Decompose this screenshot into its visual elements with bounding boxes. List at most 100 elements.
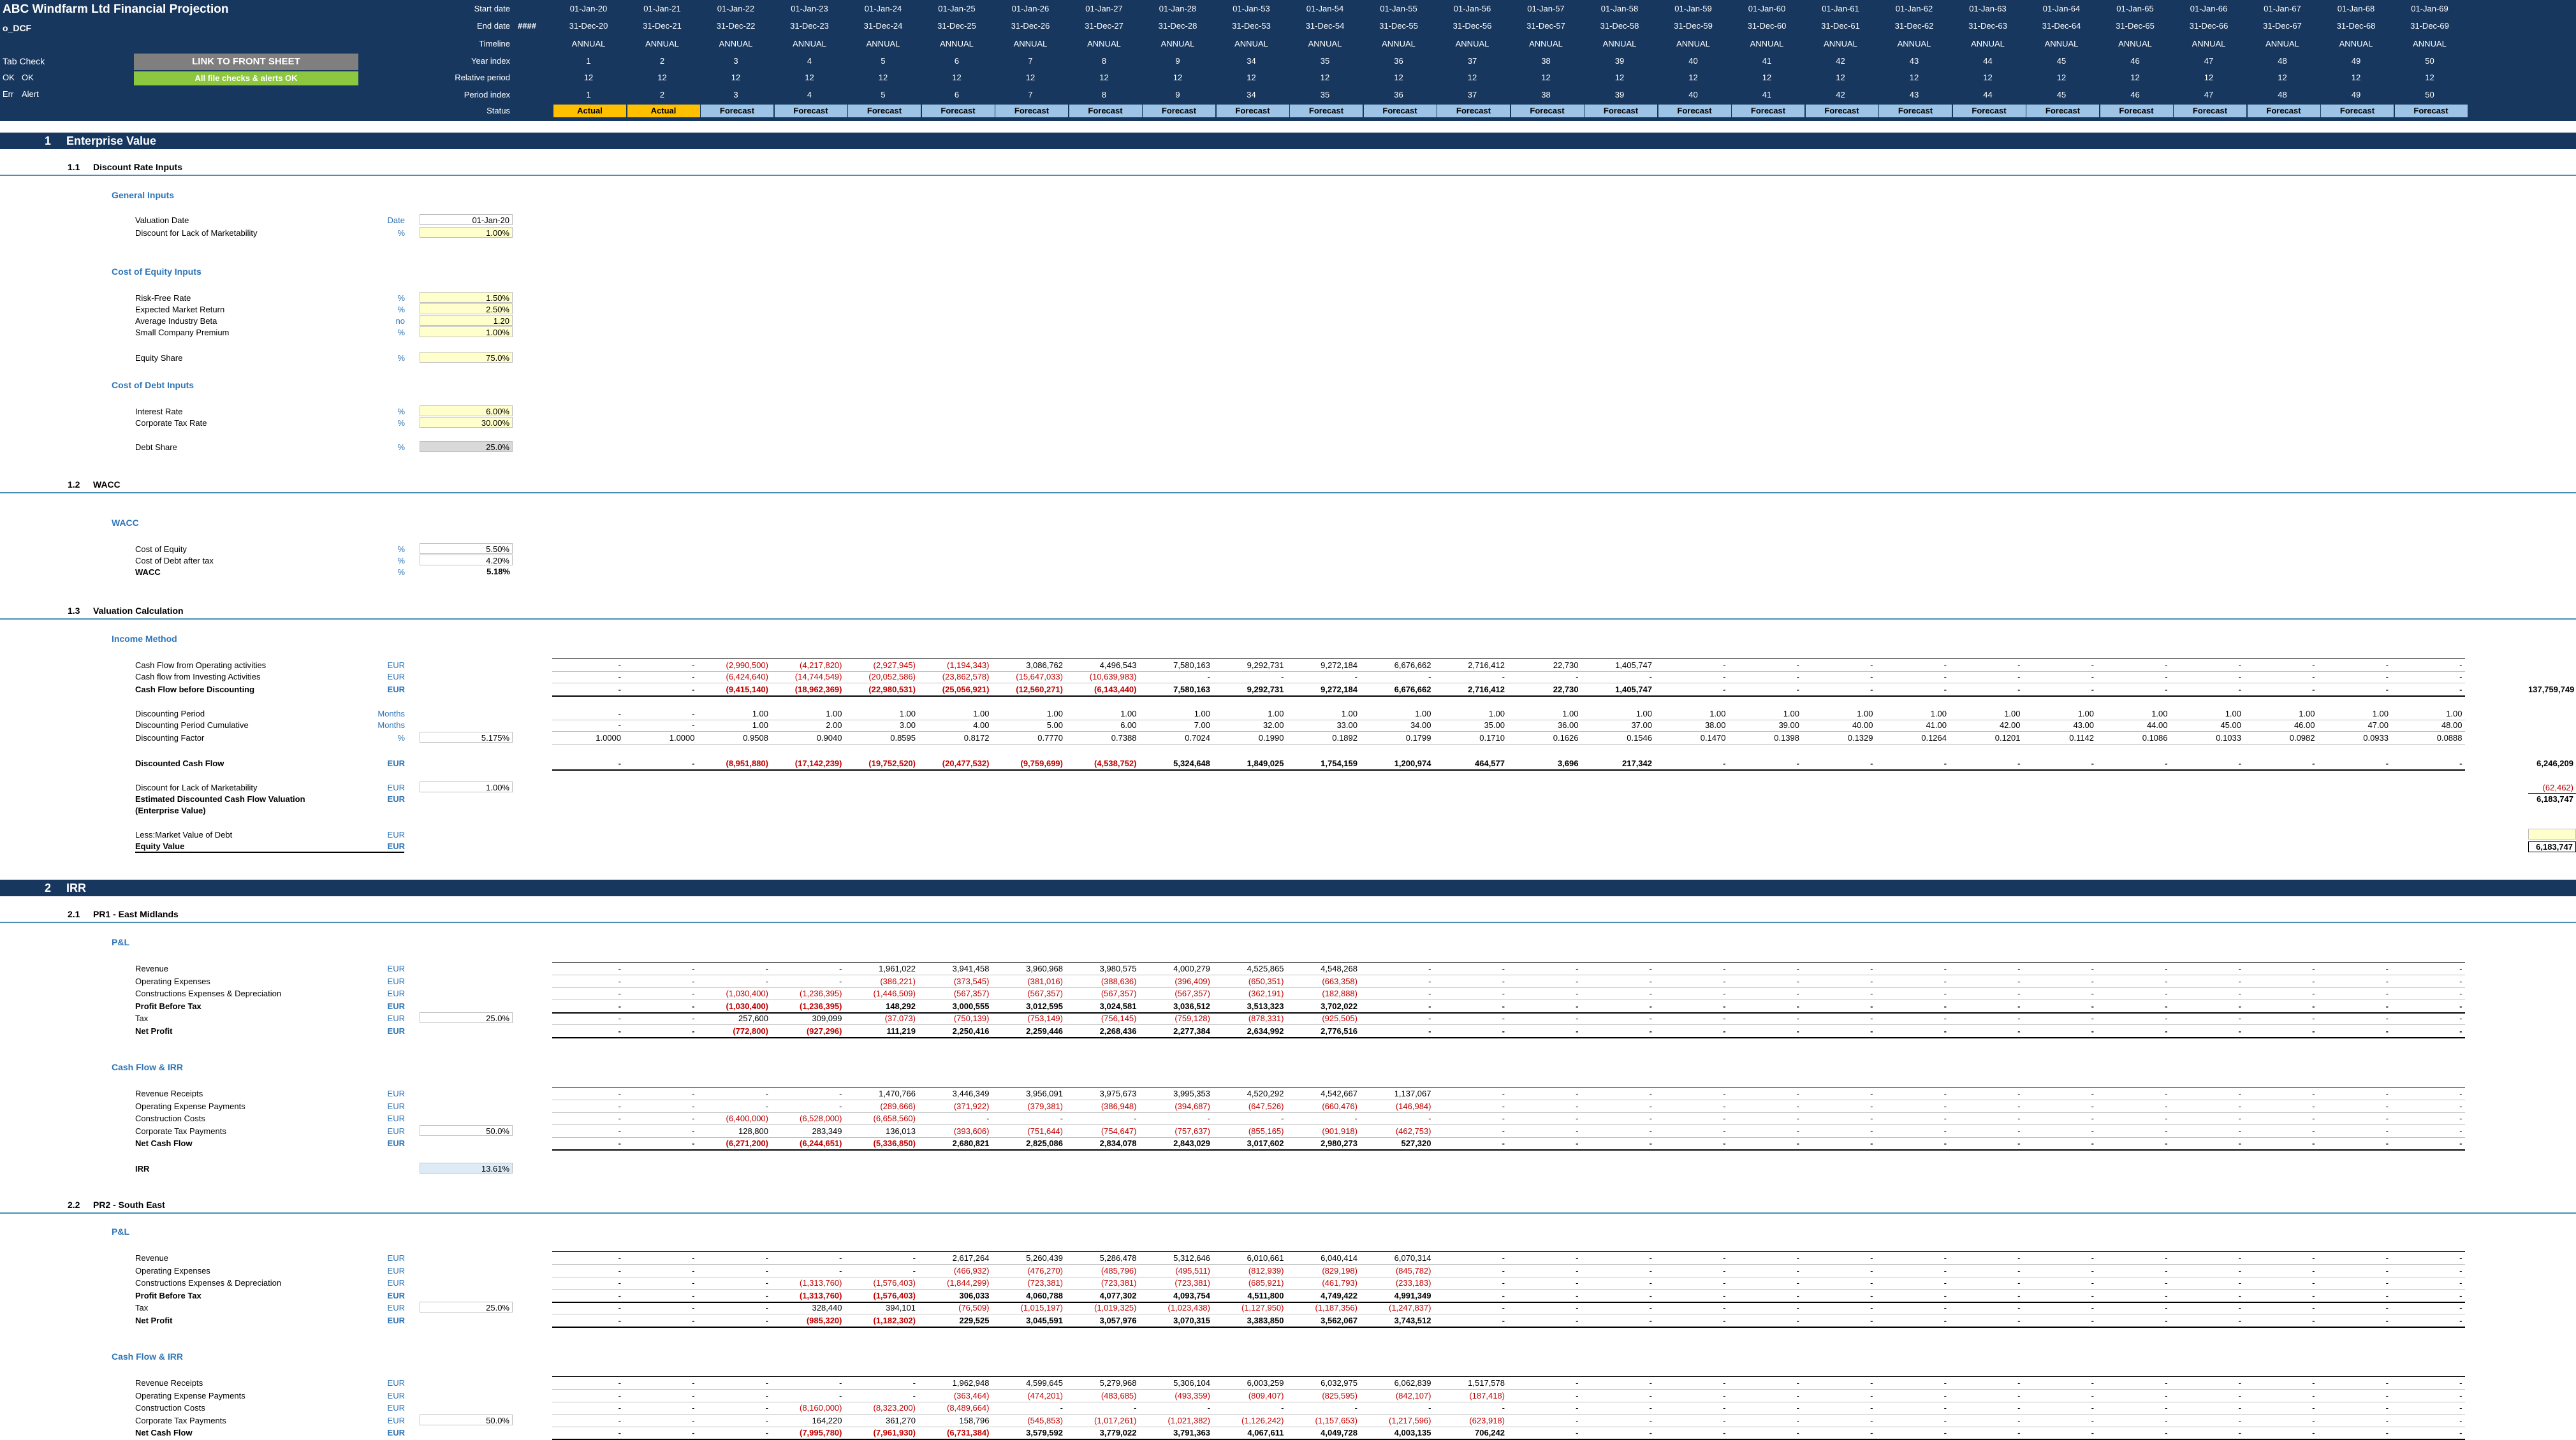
market-return-input[interactable]: 2.50% (420, 303, 513, 314)
table-cell: - (2459, 1315, 2463, 1325)
table-cell: (927,296) (806, 1026, 842, 1036)
row-label: Discounting Period (135, 709, 205, 718)
row-label: Operating Expenses (135, 1265, 210, 1276)
table-cell: - (839, 1253, 842, 1263)
table-cell: - (1576, 1026, 1579, 1036)
link-to-front-sheet-button[interactable]: LINK TO FRONT SHEET (134, 54, 358, 70)
table-cell: 1.00 (899, 709, 916, 718)
interest-rate-input[interactable]: 6.00% (420, 405, 513, 416)
row-divider (552, 769, 2465, 771)
equity-share-input[interactable]: 75.0% (420, 352, 513, 363)
table-cell: - (2312, 989, 2315, 998)
table-cell: - (2017, 1114, 2021, 1123)
table-cell: - (2312, 1428, 2315, 1437)
table-cell: (17,142,239) (794, 759, 842, 768)
table-cell: 1.00 (1709, 709, 1726, 718)
table-cell: (754,647) (1101, 1126, 1137, 1136)
table-cell: 2,776,516 (1321, 1026, 1358, 1036)
subsection-title: Discount Rate Inputs (93, 162, 183, 172)
table-cell: - (765, 1265, 768, 1276)
table-cell: - (1870, 1138, 1873, 1148)
table-cell: - (692, 1014, 695, 1023)
table-cell: 0.7770 (1037, 733, 1063, 743)
table-cell: 706,242 (1475, 1428, 1505, 1437)
table-cell: 4,060,788 (1026, 1290, 1063, 1300)
table-cell: - (1796, 660, 1799, 670)
table-cell: 3,383,850 (1247, 1315, 1284, 1325)
table-cell: - (618, 672, 621, 681)
table-cell: (4,217,820) (800, 660, 842, 670)
dlom-input[interactable]: 1.00% (420, 227, 513, 238)
table-cell: - (1796, 1290, 1799, 1300)
header-cell: 44 (1983, 90, 1993, 99)
status-cell: Actual (627, 105, 700, 117)
table-cell: (22,980,531) (868, 685, 916, 694)
header-cell: 12 (1025, 73, 1036, 82)
header-cell: 01-Jan-58 (1600, 4, 1639, 13)
table-cell: (396,409) (1175, 976, 1210, 986)
header-cell: 36 (1394, 56, 1403, 66)
small-company-premium-input[interactable]: 1.00% (420, 326, 513, 337)
beta-input[interactable]: 1.20 (420, 315, 513, 326)
header-cell: ANNUAL (1750, 39, 1784, 48)
table-cell: - (1576, 964, 1579, 973)
table-cell: 3,980,575 (1099, 964, 1137, 973)
table-cell: - (2312, 672, 2315, 681)
risk-free-input[interactable]: 1.50% (420, 292, 513, 303)
header-cell: ANNUAL (940, 39, 974, 48)
table-cell: (1,576,403) (873, 1290, 916, 1300)
market-value-debt-input[interactable] (2528, 829, 2576, 840)
table-cell: - (1723, 1428, 1726, 1437)
table-cell: (812,939) (1248, 1265, 1284, 1276)
table-cell: 33.00 (1336, 720, 1358, 730)
table-cell: (772,800) (733, 1026, 768, 1036)
header-cell: 01-Jan-57 (1527, 4, 1565, 13)
table-cell: - (839, 1390, 842, 1400)
table-cell: - (1723, 672, 1726, 681)
table-cell: - (1723, 1014, 1726, 1023)
table-cell: - (765, 1315, 768, 1325)
header-cell: 12 (2425, 73, 2434, 82)
table-cell: - (618, 1303, 621, 1313)
row-label: Tax (135, 1303, 149, 1313)
table-cell: - (1502, 1403, 1505, 1413)
valuation-date-input[interactable]: 01-Jan-20 (420, 214, 513, 225)
header-cell: 40 (1688, 56, 1698, 66)
table-cell: - (2385, 672, 2389, 681)
table-cell: - (1796, 1114, 1799, 1123)
table-cell: - (1502, 1014, 1505, 1023)
table-cell: 257,600 (738, 1014, 768, 1023)
row-total: 137,759,749 (2528, 685, 2575, 694)
table-cell: - (765, 1415, 768, 1425)
table-cell: - (2459, 964, 2463, 973)
table-cell: 44.00 (2146, 720, 2168, 730)
table-cell: - (2017, 1138, 2021, 1148)
table-cell: - (618, 1114, 621, 1123)
table-cell: 0.1892 (1332, 733, 1358, 743)
table-cell: (1,313,760) (800, 1278, 842, 1288)
table-cell: - (1576, 1014, 1579, 1023)
header-cell: 35 (1320, 90, 1330, 99)
header-cell: 46 (2130, 56, 2140, 66)
table-cell: - (1870, 1403, 1873, 1413)
interest-rate-label: Interest Rate (135, 407, 183, 416)
table-cell: - (2385, 1390, 2389, 1400)
header-cell: 47 (2204, 56, 2214, 66)
status-cell: Forecast (2247, 105, 2320, 117)
row-divider (552, 1036, 2465, 1038)
divider (0, 1212, 2576, 1214)
row-label: Cash Flow from Operating activities (135, 660, 267, 670)
table-cell: 128,800 (738, 1126, 768, 1136)
row-label: Construction Costs (135, 1114, 205, 1123)
table-cell: - (2312, 1138, 2315, 1148)
table-cell: (723,381) (1175, 1278, 1210, 1288)
table-cell: - (2385, 1428, 2389, 1437)
table-cell: - (1723, 1415, 1726, 1425)
corporate-tax-input[interactable]: 30.00% (420, 417, 513, 428)
table-cell: - (2165, 685, 2168, 694)
table-cell: (8,489,664) (947, 1403, 990, 1413)
unit: % (397, 305, 405, 314)
table-cell: - (1870, 660, 1873, 670)
table-cell: 3,000,555 (952, 1001, 990, 1011)
table-cell: - (1943, 1403, 1947, 1413)
